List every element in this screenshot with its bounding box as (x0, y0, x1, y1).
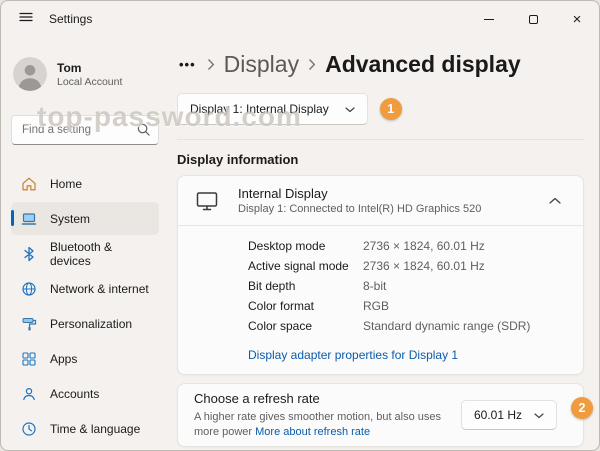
spec-label: Bit depth (248, 279, 363, 293)
minimize-icon (484, 19, 494, 20)
sidebar-item-label: Home (50, 177, 82, 191)
sidebar-item-personalization[interactable]: Personalization (11, 307, 159, 340)
main-content: ••• Display Advanced display Display 1: … (167, 37, 599, 451)
spec-row: Color space Standard dynamic range (SDR) (248, 316, 567, 336)
sidebar-item-network[interactable]: Network & internet (11, 272, 159, 305)
network-icon (21, 281, 37, 297)
content-divider (177, 139, 584, 140)
spec-value: 8-bit (363, 279, 567, 293)
monitor-icon (194, 189, 220, 213)
device-subtitle: Display 1: Connected to Intel(R) HD Grap… (238, 203, 481, 215)
sidebar-item-label: Network & internet (50, 282, 149, 296)
display-card-header: Internal Display Display 1: Connected to… (178, 176, 583, 225)
sidebar-item-label: Bluetooth & devices (50, 240, 149, 268)
close-button[interactable]: × (555, 1, 599, 37)
home-icon (21, 176, 37, 192)
sidebar-item-label: Personalization (50, 317, 132, 331)
spec-value: 2736 × 1824, 60.01 Hz (363, 259, 567, 273)
refresh-rate-text: Choose a refresh rate A higher rate give… (194, 390, 449, 440)
spec-value: Standard dynamic range (SDR) (363, 319, 567, 333)
chevron-up-icon (549, 197, 561, 204)
spec-row: Desktop mode 2736 × 1824, 60.01 Hz (248, 236, 567, 256)
spec-label: Desktop mode (248, 239, 363, 253)
device-name: Internal Display (238, 186, 481, 201)
spec-row: Color format RGB (248, 296, 567, 316)
sidebar-item-accounts[interactable]: Accounts (11, 377, 159, 410)
user-account-type: Local Account (57, 76, 122, 88)
refresh-rate-title: Choose a refresh rate (194, 390, 449, 408)
sidebar: Tom Local Account Home (1, 37, 167, 451)
display-selector-value: Display 1: Internal Display (190, 102, 329, 116)
breadcrumb-more-button[interactable]: ••• (177, 57, 198, 72)
section-title: Display information (177, 152, 584, 167)
spec-value: 2736 × 1824, 60.01 Hz (363, 239, 567, 253)
personalization-icon (21, 316, 37, 332)
spec-label: Color format (248, 299, 363, 313)
sidebar-item-label: Apps (50, 352, 77, 366)
breadcrumb: ••• Display Advanced display (177, 47, 584, 81)
maximize-button[interactable] (511, 1, 555, 37)
collapse-card-button[interactable] (543, 191, 567, 210)
sidebar-item-label: Time & language (50, 422, 140, 436)
display-selector-row: Display 1: Internal Display 1 (177, 93, 584, 125)
window-controls: × (467, 1, 599, 37)
sidebar-item-bluetooth[interactable]: Bluetooth & devices (11, 237, 159, 270)
page-title: Advanced display (325, 51, 521, 78)
accounts-icon (21, 386, 37, 402)
apps-icon (21, 351, 37, 367)
more-about-refresh-rate-link[interactable]: More about refresh rate (255, 426, 370, 438)
search-box (11, 115, 159, 145)
hamburger-icon (18, 9, 34, 30)
sidebar-item-label: Accounts (50, 387, 99, 401)
time-icon (21, 421, 37, 437)
avatar (13, 57, 47, 91)
user-account[interactable]: Tom Local Account (13, 57, 157, 91)
refresh-rate-value: 60.01 Hz (474, 408, 522, 422)
chevron-down-icon (345, 102, 355, 116)
sidebar-item-label: System (50, 212, 90, 226)
spec-row: Bit depth 8-bit (248, 276, 567, 296)
refresh-rate-card: Choose a refresh rate A higher rate give… (177, 383, 584, 447)
spec-label: Color space (248, 319, 363, 333)
sidebar-nav: Home System Bluetooth & devices (11, 167, 159, 445)
user-name: Tom (57, 61, 122, 75)
maximize-icon (529, 15, 538, 24)
sidebar-item-time-language[interactable]: Time & language (11, 412, 159, 445)
spec-label: Active signal mode (248, 259, 363, 273)
bluetooth-icon (21, 246, 37, 262)
refresh-rate-description: A higher rate gives smoother motion, but… (194, 410, 449, 440)
step-badge-1: 1 (380, 98, 402, 120)
settings-window: Settings × Tom Local Account (0, 0, 600, 451)
spec-row: Active signal mode 2736 × 1824, 60.01 Hz (248, 256, 567, 276)
app-title: Settings (49, 12, 92, 26)
refresh-rate-dropdown[interactable]: 60.01 Hz (461, 400, 557, 430)
step-badge-2: 2 (571, 397, 593, 419)
title-bar: Settings × (1, 1, 599, 37)
chevron-right-icon (308, 58, 316, 71)
spec-rows: Desktop mode 2736 × 1824, 60.01 Hz Activ… (178, 226, 583, 342)
sidebar-item-apps[interactable]: Apps (11, 342, 159, 375)
close-icon: × (573, 12, 582, 27)
search-icon (136, 122, 151, 142)
sidebar-item-system[interactable]: System (11, 202, 159, 235)
display-selector-dropdown[interactable]: Display 1: Internal Display (177, 93, 368, 125)
chevron-down-icon (534, 408, 544, 422)
display-information-card: Internal Display Display 1: Connected to… (177, 175, 584, 375)
minimize-button[interactable] (467, 1, 511, 37)
system-icon (21, 211, 37, 227)
chevron-right-icon (207, 58, 215, 71)
spec-value: RGB (363, 299, 567, 313)
hamburger-menu-button[interactable] (11, 5, 41, 33)
breadcrumb-display[interactable]: Display (224, 51, 299, 78)
display-adapter-properties-link[interactable]: Display adapter properties for Display 1 (248, 348, 458, 362)
sidebar-item-home[interactable]: Home (11, 167, 159, 200)
